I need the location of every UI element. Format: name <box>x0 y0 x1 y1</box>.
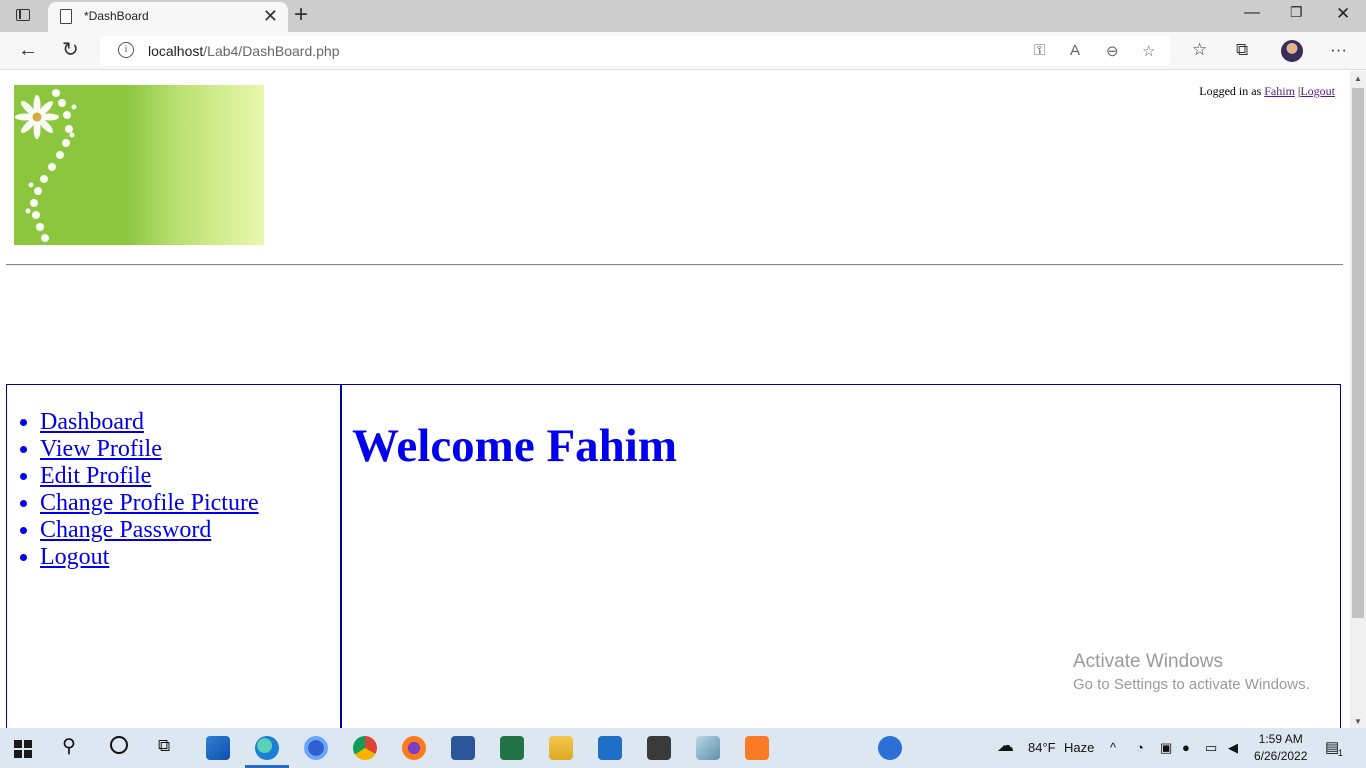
back-icon[interactable]: ← <box>18 38 38 62</box>
mail-icon[interactable] <box>598 736 622 760</box>
watermark-title: Activate Windows <box>1073 651 1223 672</box>
weather-temp[interactable]: 84°F <box>1028 740 1056 755</box>
sidebar-item: Logout <box>40 544 259 571</box>
tab-title: *DashBoard <box>84 9 149 23</box>
site-info-icon[interactable]: i <box>118 42 134 58</box>
sidebar-menu: Dashboard View Profile Edit Profile Chan… <box>40 409 259 571</box>
header-divider <box>6 264 1343 266</box>
file-explorer-icon[interactable] <box>549 736 573 760</box>
address-bar[interactable]: i localhost/Lab4/DashBoard.php ⚿ A ⊖ ☆ <box>100 36 1170 66</box>
volume-icon[interactable]: ◀ <box>1228 740 1238 756</box>
tab-actions-icon[interactable] <box>10 6 38 26</box>
weather-icon[interactable]: ☁ <box>997 736 1014 756</box>
browser-tab[interactable]: *DashBoard ✕ <box>48 2 288 32</box>
xampp-icon[interactable] <box>745 736 769 760</box>
sidebar-item-change-password[interactable]: Change Password <box>40 517 211 543</box>
close-window-icon[interactable]: ✕ <box>1336 4 1350 24</box>
sidebar-item-edit-profile[interactable]: Edit Profile <box>40 463 151 489</box>
key-icon[interactable]: ⚿ <box>1034 42 1045 59</box>
more-menu-icon[interactable]: ··· <box>1330 40 1347 60</box>
main-content: Welcome Fahim <box>352 417 677 475</box>
page-scrollbar[interactable]: ▲ ▼ <box>1350 71 1366 728</box>
sidebar-item-dashboard[interactable]: Dashboard <box>40 409 144 435</box>
daisy-flowers-graphic <box>15 89 77 242</box>
meet-icon[interactable]: ▣ <box>1160 740 1172 756</box>
start-icon[interactable] <box>14 740 32 758</box>
web-page: Logged in as Fahim |Logout Dashboard Vie… <box>0 71 1350 728</box>
word-icon[interactable] <box>451 736 475 760</box>
store-icon[interactable] <box>206 736 230 760</box>
sublime-icon[interactable] <box>647 736 671 760</box>
sidebar-item: View Profile <box>40 436 259 463</box>
page-icon <box>60 9 72 24</box>
chrome-icon[interactable] <box>353 736 377 760</box>
sidebar-item: Change Profile Picture <box>40 490 259 517</box>
scroll-up-icon[interactable]: ▲ <box>1353 74 1363 83</box>
refresh-icon[interactable]: ↻ <box>62 38 79 62</box>
watermark-subtitle: Go to Settings to activate Windows. <box>1073 676 1310 693</box>
firefox-icon[interactable] <box>402 736 426 760</box>
sidebar-item-logout[interactable]: Logout <box>40 544 109 570</box>
login-status: Logged in as Fahim |Logout <box>1199 84 1335 99</box>
security-icon[interactable]: ● <box>1182 740 1190 755</box>
network-icon[interactable]: ◔ <box>1136 740 1144 755</box>
windows-taskbar: ⚲ ⧉ ☁ 84°F Haze ^ ◔ ▣ ● ▭ ◀ 1:59 AM 6/26… <box>0 728 1366 768</box>
excel-icon[interactable] <box>500 736 524 760</box>
new-tab-icon[interactable]: + <box>294 2 308 28</box>
clock-time: 1:59 AM <box>1258 732 1303 746</box>
battery-icon[interactable]: ▭ <box>1205 740 1217 756</box>
favorites-icon[interactable]: ☆ <box>1192 40 1207 60</box>
task-view-icon[interactable]: ⧉ <box>158 736 170 756</box>
url-text[interactable]: localhost/Lab4/DashBoard.php <box>148 43 339 59</box>
sidebar-item: Edit Profile <box>40 463 259 490</box>
search-icon[interactable]: ⚲ <box>62 735 76 758</box>
logged-in-label: Logged in as <box>1199 84 1262 98</box>
minimize-icon[interactable]: — <box>1244 4 1260 22</box>
scroll-down-icon[interactable]: ▼ <box>1353 717 1363 726</box>
sidebar-item-view-profile[interactable]: View Profile <box>40 436 162 462</box>
edge-icon[interactable] <box>245 736 289 768</box>
help-icon[interactable] <box>878 736 902 760</box>
show-hidden-icons-icon[interactable]: ^ <box>1110 740 1116 755</box>
sidebar: Dashboard View Profile Edit Profile Chan… <box>7 385 342 728</box>
site-logo-banner <box>14 85 264 245</box>
clock-date: 6/26/2022 <box>1254 749 1308 763</box>
firefox-dev-icon[interactable] <box>304 736 328 760</box>
browser-titlebar: *DashBoard ✕ + — ❐ ✕ <box>0 0 1366 32</box>
activate-windows-watermark: Activate Windows Go to Settings to activ… <box>1073 651 1310 693</box>
clock[interactable]: 1:59 AM 6/26/2022 <box>1254 731 1307 765</box>
header-logout-link[interactable]: Logout <box>1300 84 1335 98</box>
close-tab-icon[interactable]: ✕ <box>263 6 278 26</box>
sidebar-item-change-picture[interactable]: Change Profile Picture <box>40 490 259 516</box>
weather-text[interactable]: Haze <box>1064 740 1094 755</box>
username-link[interactable]: Fahim <box>1264 84 1295 98</box>
notification-count: 1 <box>1338 748 1344 758</box>
scroll-thumb[interactable] <box>1352 88 1364 618</box>
sidebar-item: Dashboard <box>40 409 259 436</box>
browser-toolbar: ← ↻ i localhost/Lab4/DashBoard.php ⚿ A ⊖… <box>0 32 1366 70</box>
profile-avatar[interactable] <box>1281 40 1303 62</box>
welcome-heading: Welcome Fahim <box>352 420 678 472</box>
zoom-out-icon[interactable]: ⊖ <box>1106 42 1119 60</box>
cortana-icon[interactable] <box>110 736 128 754</box>
restore-icon[interactable]: ❐ <box>1290 4 1303 21</box>
app-icon[interactable] <box>696 736 720 760</box>
collections-icon[interactable]: ⧉ <box>1236 40 1248 60</box>
read-aloud-icon[interactable]: A <box>1070 42 1080 59</box>
sidebar-item: Change Password <box>40 517 259 544</box>
add-favorite-icon[interactable]: ☆ <box>1142 42 1155 60</box>
